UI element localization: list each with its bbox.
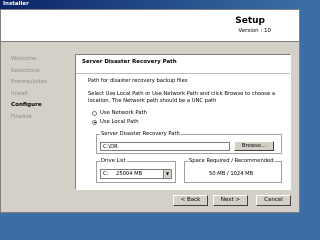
- step-prerequisites: Prerequisites: [11, 79, 48, 85]
- space-required-group-label: Space Required / Recommended: [188, 158, 275, 164]
- drive-size: 25004 MB: [116, 171, 143, 177]
- step-finalize: Finalize: [11, 113, 32, 120]
- config-panel: Server Disaster Recovery Path Path for d…: [75, 54, 291, 190]
- radio-use-local-path[interactable]: Use Local Path: [92, 119, 139, 125]
- drive-list-group-label: Drive List: [100, 158, 127, 164]
- step-welcome: Welcome: [11, 56, 37, 62]
- next-button[interactable]: Next >: [213, 195, 248, 206]
- panel-subtitle: Path for disaster recovery backup files: [88, 78, 188, 84]
- radio-use-network-path[interactable]: Use Network Path: [92, 110, 147, 116]
- setup-title: Setup: [235, 16, 265, 26]
- step-selections: Selections: [11, 67, 40, 74]
- step-list: Welcome Selections Prerequisites Install…: [11, 54, 71, 123]
- recovery-path-input[interactable]: C:\DR: [100, 142, 230, 151]
- radio-network-label: Use Network Path: [100, 110, 148, 116]
- drive-list-group: Drive List C: 25004 MB ▼: [96, 158, 176, 183]
- space-required-value: 50 MB / 1024 MB: [209, 171, 254, 177]
- radio-button-icon[interactable]: [92, 110, 97, 116]
- browse-button[interactable]: Browse...: [234, 141, 274, 151]
- drive-letter: C:: [103, 171, 109, 177]
- space-required-group: Space Required / Recommended 50 MB / 102…: [184, 158, 282, 183]
- cancel-button[interactable]: Cancel: [256, 195, 291, 206]
- step-install: Install: [11, 90, 28, 97]
- version-label: Version : 10: [238, 28, 271, 34]
- radio-local-label: Use Local Path: [100, 119, 139, 125]
- panel-header: Server Disaster Recovery Path: [76, 55, 290, 74]
- header-banner: Setup Version : 10: [1, 10, 299, 42]
- chevron-down-icon[interactable]: ▼: [163, 170, 171, 178]
- step-configure: Configure: [11, 102, 42, 108]
- back-button[interactable]: < Back: [173, 195, 208, 206]
- drive-select[interactable]: C: 25004 MB ▼: [100, 169, 172, 179]
- window-title-bar: Installer: [0, 0, 300, 9]
- installer-window: Setup Version : 10 Welcome Selections Pr…: [0, 9, 300, 213]
- recovery-path-group-label: Server Disaster Recovery Path: [100, 131, 181, 137]
- recovery-path-group: Server Disaster Recovery Path C:\DR Brow…: [96, 131, 282, 154]
- radio-button-checked-icon[interactable]: [92, 119, 97, 125]
- panel-title: Server Disaster Recovery Path: [82, 59, 177, 65]
- instructions-text: Select Use Local Path or Use Network Pat…: [88, 91, 276, 104]
